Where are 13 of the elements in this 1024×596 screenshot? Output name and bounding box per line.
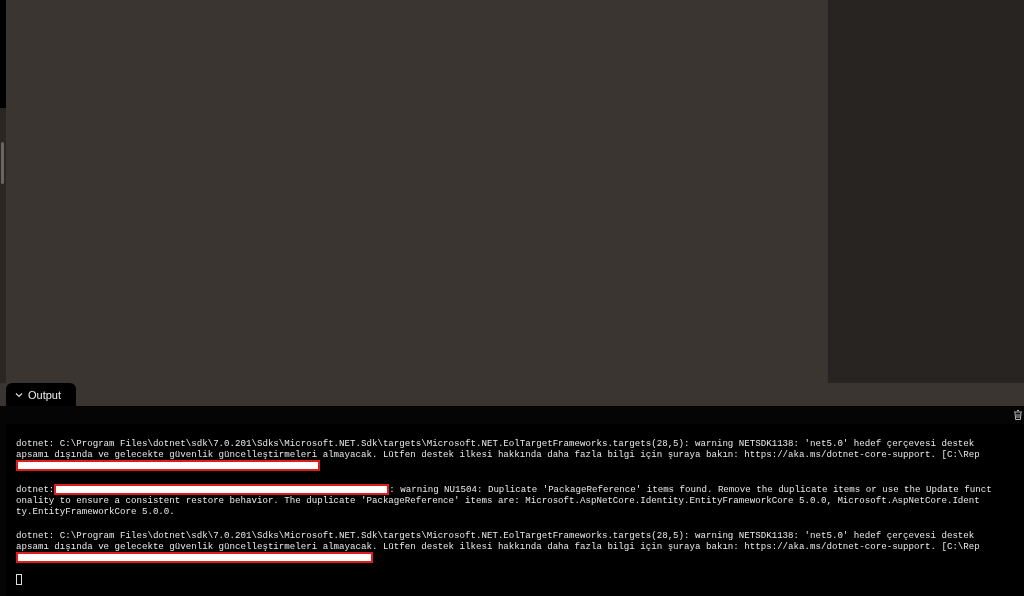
scrollbar-thumb[interactable]	[1, 142, 4, 184]
log-text: : warning NU1504: Duplicate 'PackageReference' items found. Remove the duplicate items or use the Update funct	[389, 484, 992, 495]
chevron-icon	[15, 391, 23, 398]
log-text: dotnet: C:\Program Files\dotnet\sdk\7.0.201\Sdks\Microsoft.NET.Sdk\targets\Microsoft.NET.EolTargetFrameworks.targets(28,5): warning NETSDK1138: 'net5.0' hedef çerçevesi destek	[16, 530, 975, 541]
log-text: ty.EntityFrameworkCore 5.0.0.	[16, 506, 175, 517]
output-tab[interactable]: Output	[6, 383, 76, 406]
log-text: apsamı dışında ve gelecekte güvenlik güncelleştirmeleri almayacak. Lütfen destek ilkesi hakkında daha fazla bilgi için şuraya bakın: https://aka.ms/dotnet-core-support. [C:\Rep	[16, 541, 980, 552]
log-text: dotnet: C:\Program Files\dotnet\sdk\7.0.201\Sdks\Microsoft.NET.Sdk\targets\Microsoft.NET.EolTargetFrameworks.targets(28,5): warning NETSDK1138: 'net5.0' hedef çerçevesi destek	[16, 438, 975, 449]
log-text: onality to ensure a consistent restore behavior. The duplicate 'PackageReference' items are: Microsoft.AspNetCore.Identity.EntityFrameworkCore 5.0.0, Microsoft.AspNetCore.Ident	[16, 495, 980, 506]
log-text: apsamı dışında ve gelecekte güvenlik güncelleştirmeleri almayacak. Lütfen destek ilkesi hakkında daha fazla bilgi için şuraya bakın: https://aka.ms/dotnet-core-support. [C:\Rep	[16, 449, 980, 460]
log-text: dotnet:	[16, 484, 55, 495]
cursor-icon	[16, 574, 22, 585]
trash-icon[interactable]	[1014, 410, 1022, 420]
